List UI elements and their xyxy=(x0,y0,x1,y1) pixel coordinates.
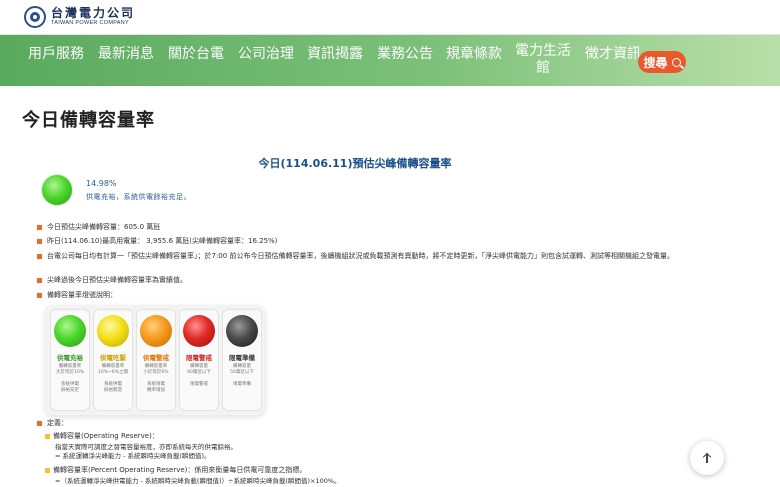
red-light-icon xyxy=(183,315,215,347)
legend-card-label: 供電吃緊 xyxy=(100,354,126,362)
nav-item-power-life[interactable]: 電力生活館 xyxy=(515,43,571,77)
bullet-yesterday-peak: 昨日(114.06.10)最高用電量： 3,955.6 萬瓩(尖峰備轉容量率：1… xyxy=(37,236,277,246)
logo-english-name: TAIWAN POWER COMPANY xyxy=(51,20,130,27)
legend-card-meaning: 系統供電 餘裕充足 xyxy=(61,382,79,393)
definition-heading: 定義： xyxy=(37,418,68,428)
taipower-logo[interactable]: 台灣電力公司 TAIWAN POWER COMPANY xyxy=(24,6,135,28)
definition-percent-reserve-formula: =（系統運轉淨尖峰供電能力 - 系統瞬時尖峰負載(瞬間值)）÷系統瞬時尖峰負載(… xyxy=(55,477,341,485)
legend-card-orange: 供電警戒 備轉容量率 小於等於6% 系統限電 機率增加 xyxy=(136,309,176,411)
legend-card-meaning: 限電準備 xyxy=(233,382,251,387)
legend-card-threshold: 備轉容量率 10%~6%之間 xyxy=(98,364,128,375)
yellow-light-icon xyxy=(97,315,129,347)
supply-status-text: 供電充裕，系統供電餘裕充足。 xyxy=(86,193,191,201)
main-nav: 用戶服務 最新消息 關於台電 公司治理 資訊揭露 業務公告 規章條款 電力生活館… xyxy=(0,35,780,86)
forecast-title: 今日(114.06.11)預估尖峰備轉容量率 xyxy=(258,157,452,170)
legend-card-green: 供電充裕 備轉容量率 大於等於10% 系統供電 餘裕充足 xyxy=(50,309,90,411)
legend-card-yellow: 供電吃緊 備轉容量率 10%~6%之間 系統供電 餘裕緊澀 xyxy=(93,309,133,411)
bullet-actual-value-note: 尖峰過後今日預估尖峰備轉容量率為實績值。 xyxy=(37,275,187,285)
legend-card-threshold: 備轉容量率 小於等於6% xyxy=(143,364,169,375)
legend-card-label: 限電準備 xyxy=(229,354,255,362)
bullet-today-reserve: 今日預估尖峰備轉容量：605.0 萬瓩 xyxy=(37,222,160,232)
nav-item-announcements[interactable]: 業務公告 xyxy=(377,43,433,63)
supply-status-light-icon xyxy=(42,175,72,205)
definition-percent-reserve: 備轉容量率(Percent Operating Reserve)：係用來衡量每日… xyxy=(37,466,306,475)
green-light-icon xyxy=(54,315,86,347)
arrow-up-icon xyxy=(702,452,712,464)
nav-item-governance[interactable]: 公司治理 xyxy=(238,43,294,63)
bullet-calculation-note: 台電公司每日均有計算一「預估尖峰備轉容量率」；於7:00 前公布今日預估備轉容量… xyxy=(37,251,687,261)
black-light-icon xyxy=(226,315,258,347)
nav-item-about[interactable]: 關於台電 xyxy=(168,43,224,63)
search-icon xyxy=(671,57,681,67)
legend-card-label: 供電充裕 xyxy=(57,354,83,362)
reserve-rate-value: 14.98% xyxy=(86,179,117,188)
orange-light-icon xyxy=(140,315,172,347)
nav-item-regulations[interactable]: 規章條款 xyxy=(446,43,502,63)
reserve-light-legend: 供電充裕 備轉容量率 大於等於10% 系統供電 餘裕充足 供電吃緊 備轉容量率 … xyxy=(44,305,264,415)
nav-item-customer-service[interactable]: 用戶服務 xyxy=(28,43,84,63)
bullet-light-legend-heading: 備轉容量率燈號說明： xyxy=(37,290,117,300)
legend-card-threshold: 備轉容量率 大於等於10% xyxy=(55,364,84,375)
search-button-label: 搜尋 xyxy=(643,55,668,70)
legend-card-meaning: 系統限電 機率增加 xyxy=(147,382,165,393)
scroll-to-top-button[interactable] xyxy=(690,441,724,475)
legend-card-red: 限電警戒 備轉容量 90萬瓩以下 限電警戒 xyxy=(179,309,219,411)
definition-operating-reserve-formula: = 系統運轉淨尖峰能力 - 系統瞬時尖峰負載(瞬間值)。 xyxy=(55,452,211,460)
nav-item-disclosure[interactable]: 資訊揭露 xyxy=(307,43,363,63)
definition-operating-reserve: 備轉容量(Operating Reserve)： xyxy=(37,432,159,441)
nav-item-careers[interactable]: 徵才資訊 xyxy=(585,43,641,63)
legend-card-threshold: 備轉容量 50萬瓩以下 xyxy=(230,364,254,375)
top-bar: 台灣電力公司 TAIWAN POWER COMPANY xyxy=(0,0,780,35)
logo-chinese-name: 台灣電力公司 xyxy=(51,6,136,21)
taipower-logo-icon xyxy=(24,6,46,28)
legend-card-black: 限電準備 備轉容量 50萬瓩以下 限電準備 xyxy=(222,309,262,411)
legend-card-label: 限電警戒 xyxy=(186,354,212,362)
legend-card-meaning: 系統供電 餘裕緊澀 xyxy=(104,382,122,393)
legend-card-threshold: 備轉容量 90萬瓩以下 xyxy=(187,364,211,375)
page-title: 今日備轉容量率 xyxy=(22,110,155,131)
nav-item-news[interactable]: 最新消息 xyxy=(98,43,154,63)
legend-card-label: 供電警戒 xyxy=(143,354,169,362)
legend-card-meaning: 限電警戒 xyxy=(190,382,208,387)
search-button[interactable]: 搜尋 xyxy=(638,51,686,73)
